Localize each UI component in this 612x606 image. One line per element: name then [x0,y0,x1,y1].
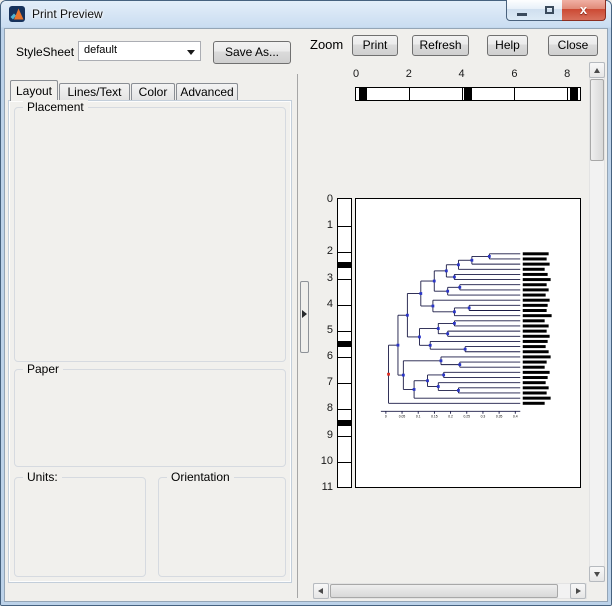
orientation-legend: Orientation [167,470,234,484]
svg-text:0.25: 0.25 [463,415,470,419]
restore-icon [545,6,554,14]
v-ruler-tick [338,278,351,280]
orientation-group: Orientation [158,470,286,577]
chevron-down-icon [187,50,195,55]
splitter-collapse-handle[interactable] [300,281,309,353]
v-ruler-tick [338,435,351,437]
v-ruler-label: 4 [326,297,333,310]
h-ruler-label: 0 [352,68,360,80]
print-button[interactable]: Print [352,35,398,56]
h-ruler-label: 4 [458,68,465,80]
h-ruler-handle[interactable] [569,88,578,100]
arrow-up-icon [594,68,600,73]
v-ruler-tick [338,357,351,359]
minimize-icon [517,13,527,16]
v-ruler-handle[interactable] [338,262,351,269]
v-ruler-label: 1 [326,219,333,232]
h-ruler-tick [461,88,463,100]
paper-legend: Paper [23,362,64,376]
h-ruler-handle[interactable] [358,88,367,100]
h-ruler-label: 2 [405,68,412,80]
help-button[interactable]: Help [487,35,528,56]
stylesheet-dropdown[interactable]: default [78,41,201,61]
close-icon: x [579,2,588,17]
vertical-scrollbar-thumb[interactable] [590,79,604,161]
print-preview-window: Print Preview x StyleSheet default Save … [0,0,612,606]
v-ruler-label: 11 [321,480,333,493]
v-ruler-tick [338,226,351,228]
svg-text:0.3: 0.3 [481,415,486,419]
svg-text:0: 0 [385,415,387,419]
units-legend: Units: [23,470,62,484]
scroll-up-button[interactable] [589,62,605,78]
v-ruler-tick [338,252,351,254]
tab-layout[interactable]: Layout [10,80,58,101]
h-ruler-tick [408,88,410,100]
matlab-logo-icon [9,6,25,22]
window-title: Print Preview [32,7,103,21]
placement-group: Placement [14,100,286,362]
placement-legend: Placement [23,100,88,114]
v-ruler-label: 8 [326,402,333,415]
v-ruler-label: 3 [326,271,333,284]
arrow-right-icon [576,588,581,594]
v-ruler-label: 9 [326,428,333,441]
minimize-button[interactable] [506,0,536,21]
close-window-button[interactable]: x [562,0,606,21]
scroll-right-button[interactable] [570,583,586,599]
h-ruler-handle[interactable] [464,88,473,100]
v-ruler-label: 0 [326,193,333,205]
close-button[interactable]: Close [548,35,598,56]
restore-button[interactable] [535,0,563,21]
preview-page: 0 0.05 0.1 0.15 0.2 0.25 0.3 0.35 0.4 [355,198,581,488]
refresh-button[interactable]: Refresh [412,35,469,56]
v-ruler-handle[interactable] [338,419,351,426]
v-ruler-label: 6 [326,350,333,363]
svg-text:0.05: 0.05 [399,415,406,419]
stylesheet-label: StyleSheet [16,45,75,59]
svg-text:0.15: 0.15 [431,415,438,419]
tab-color[interactable]: Color [131,83,175,101]
arrow-down-icon [594,572,600,577]
h-ruler-label: 6 [511,68,518,80]
arrow-left-icon [318,588,323,594]
h-ruler-tick [514,88,516,100]
paper-group: Paper [14,362,286,467]
v-ruler-label: 2 [326,245,333,258]
scroll-left-button[interactable] [313,583,329,599]
horizontal-scrollbar-thumb[interactable] [330,584,558,598]
splitter-divider [297,74,298,598]
preview-figure-dendrogram: 0 0.05 0.1 0.15 0.2 0.25 0.3 0.35 0.4 [380,252,552,419]
v-ruler-label: 7 [326,376,333,389]
stylesheet-value: default [84,44,118,56]
v-ruler-tick [338,304,351,306]
zoom-label: Zoom [310,37,344,52]
svg-text:0.1: 0.1 [416,415,421,419]
v-ruler-handle[interactable] [338,340,351,347]
tab-lines-text[interactable]: Lines/Text [59,83,130,101]
h-ruler-tick [567,88,569,100]
v-ruler-tick [338,330,351,332]
tab-advanced[interactable]: Advanced [176,83,238,101]
h-ruler-label: 8 [564,68,571,80]
svg-text:0.2: 0.2 [448,415,453,419]
save-as-button[interactable]: Save As... [213,41,291,64]
v-ruler-label: 5 [326,323,333,336]
chevron-right-icon [302,310,307,318]
v-ruler-tick [338,461,351,463]
v-ruler-tick [338,383,351,385]
svg-text:0.4: 0.4 [513,415,518,419]
v-ruler-tick [338,409,351,411]
scroll-down-button[interactable] [589,566,605,582]
v-ruler-label: 10 [320,454,333,467]
svg-text:0.35: 0.35 [496,415,503,419]
units-group: Units: [14,470,146,577]
